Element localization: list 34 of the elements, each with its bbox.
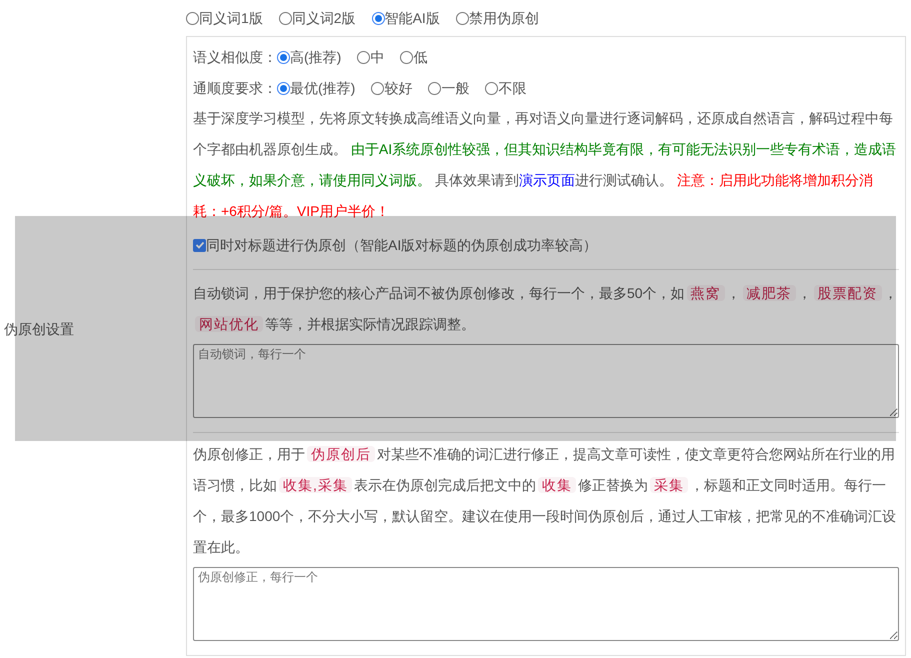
radio-option[interactable]: 禁用伪原创 [456, 8, 539, 28]
radio-option[interactable]: 智能AI版 [372, 8, 440, 28]
radio-option[interactable]: 最优(推荐) [277, 78, 356, 98]
radio-button[interactable] [400, 50, 414, 64]
radio-button[interactable] [428, 82, 442, 94]
radio-button[interactable] [371, 82, 384, 94]
radio-button[interactable] [277, 50, 290, 64]
ai-description: 基于深度学习模型，先将原文转换成高维语义向量，再对语义向量进行逐词解码，还原成自然语言，解码过程中每个字都由机器原创生成。 由于AI系统原创性较强，但其知识结构毕竟有限，有可能无法识别一些专有术语，造成语义破坏，如果介意，请使用同义词版。 具体效果请到演示页面进行测试确认。 注意：启用此功能将增加积分消耗：+6积分/篇。VIP用户半价！ [193, 109, 898, 221]
radio-button[interactable] [372, 12, 385, 24]
radio-button[interactable] [186, 12, 199, 24]
radio-option[interactable]: 一般 [428, 78, 470, 98]
radio-button[interactable] [485, 82, 498, 94]
radio-option[interactable]: 高(推荐) [277, 46, 342, 68]
lock-words-description: 自动锁词，用于保护您的核心产品词不被伪原创修改，每行一个，最多50个，如 燕窝 ， 减肥茶 ， 股票配资 ， 网站优化 等等，并根据实际情况跟踪调整。 [193, 284, 899, 334]
demo-page-link[interactable]: 演示页面 [518, 172, 575, 188]
checkmark-icon [194, 240, 204, 250]
radio-option[interactable]: 同义词2版 [278, 8, 356, 28]
settings-label: 伪原创设置 [4, 320, 74, 338]
radio-button[interactable] [278, 12, 292, 24]
similarity-label: 语义相似度： [193, 48, 277, 66]
radio-option[interactable]: 低 [400, 46, 428, 68]
title-rewrite-option[interactable]: 同时对标题进行伪原创（智能AI版对标题的伪原创成功率较高） [193, 227, 899, 263]
fluency-label: 通顺度要求： [193, 78, 277, 98]
radio-option[interactable]: 不限 [485, 78, 526, 98]
radio-button[interactable] [357, 50, 370, 64]
lock-words-field[interactable]: 自动锁词，每行一个 [193, 344, 899, 418]
radio-button[interactable] [277, 82, 290, 94]
radio-option[interactable]: 中 [357, 46, 384, 68]
radio-option[interactable]: 较好 [371, 78, 412, 98]
checkbox[interactable] [193, 238, 206, 252]
corrections-description: 伪原创修正，用于 伪原创后 对某些不准确的词汇进行修正，提高文章可读性，使文章更符合您网站所在行业的用语习惯，比如 收集,采集 表示在伪原创完成后把文中的 收集 修正替换为 采集 ，标题和正文同时适用。每行一个，最多1000个，不分大小写，默认留空。建议在使用一段时间伪原创后，通过人工审核，把常见的不准确词汇设置在此。 [193, 445, 898, 557]
corrections-field[interactable]: 伪原创修正，每行一个 [193, 567, 899, 641]
radio-button[interactable] [456, 12, 469, 24]
radio-option[interactable]: 同义词1版 [186, 8, 263, 28]
